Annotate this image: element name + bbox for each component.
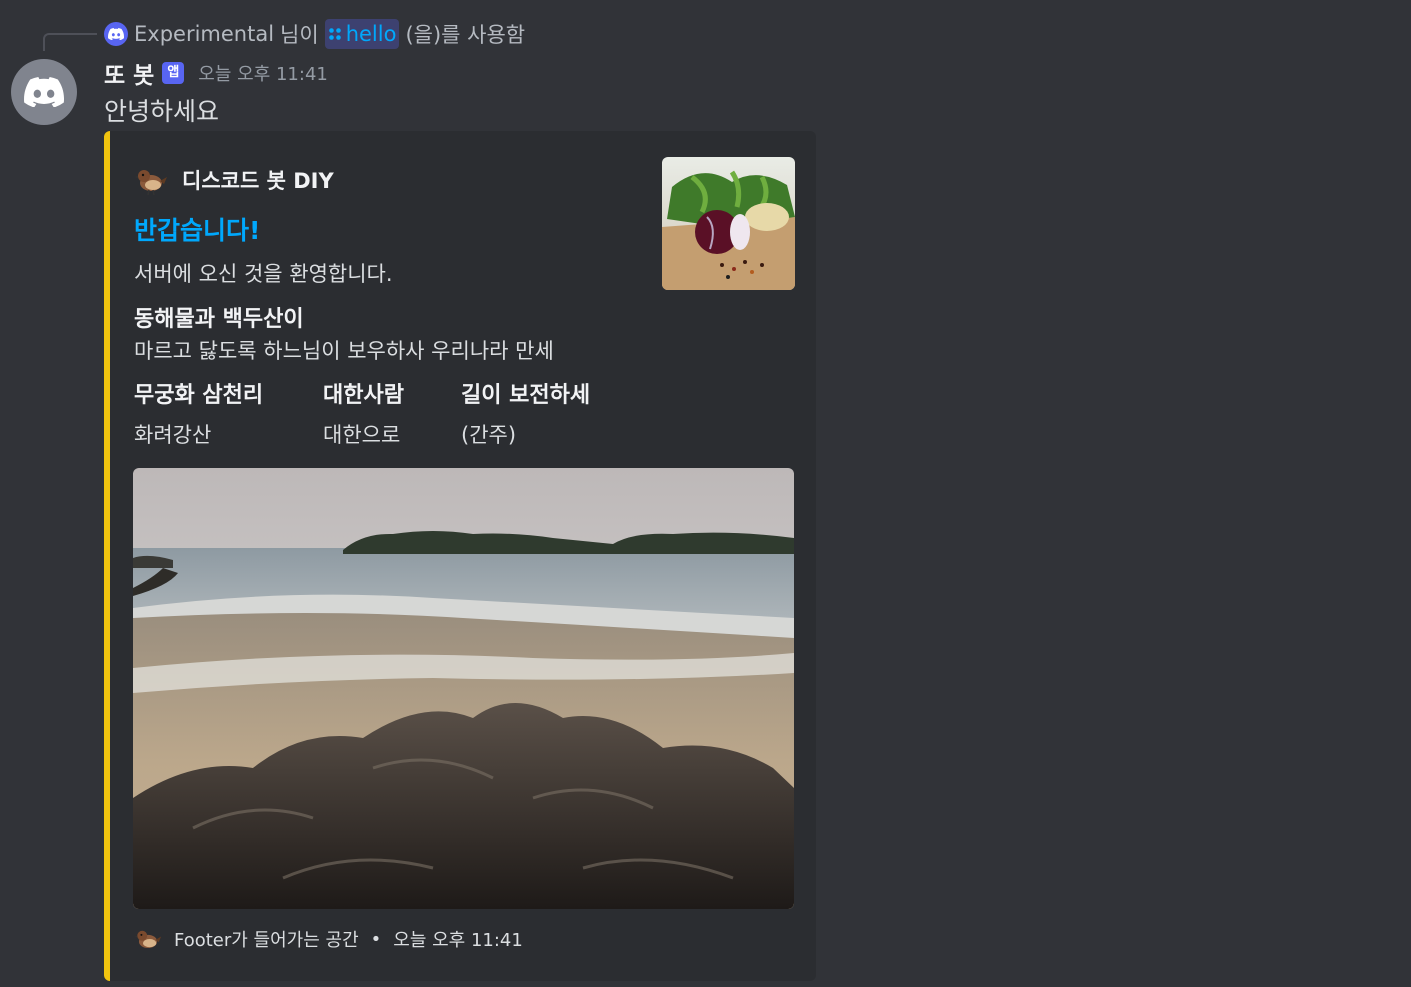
embed-field-name: 무궁화 삼천리 (134, 383, 264, 408)
embed-field-value: (간주) (461, 423, 517, 447)
command-reply-line: Experimental 님이 hello (을)를 사용함 (104, 19, 525, 49)
message-timestamp[interactable]: 오늘 오후 11:41 (198, 60, 328, 86)
embed-field-value: 화려강산 (134, 423, 212, 447)
command-name: hello (345, 22, 397, 46)
embed-description: 서버에 오신 것을 환영합니다. (134, 262, 393, 286)
username[interactable]: 또 봇 (104, 56, 154, 90)
message-header: 또 봇 앱 오늘 오후 11:41 (104, 57, 328, 89)
sparrow-icon (135, 170, 167, 196)
embed-footer-timestamp: 오늘 오후 11:41 (393, 930, 523, 951)
embed-footer: Footer가 들어가는 공간 • 오늘 오후 11:41 (134, 923, 523, 955)
embed-field-name: 대한사람 (323, 383, 404, 408)
embed-inline-field: 무궁화 삼천리 화려강산 (134, 377, 263, 449)
reply-username[interactable]: Experimental (134, 22, 274, 46)
embed-field-name: 길이 보전하세 (461, 383, 591, 408)
footer-separator: • (370, 928, 382, 950)
embed-inline-field: 길이 보전하세 (간주) (461, 377, 590, 449)
embed-title[interactable]: 반갑습니다! (134, 211, 260, 247)
discord-logo-icon (24, 77, 64, 107)
app-command-icon (328, 28, 341, 40)
embed-image[interactable] (133, 468, 794, 909)
embed-field-value: 마르고 닳도록 하느님이 보우하사 우리나라 만세 (134, 339, 554, 363)
reply-suffix: (을)를 사용함 (405, 23, 526, 47)
embed-thumbnail[interactable] (662, 157, 795, 290)
embed-field-name: 동해물과 백두산이 (134, 307, 304, 332)
rich-embed: 디스코드 봇 DIY 반갑습니다! 서버에 오신 것을 환영합니다. 동해물과 … (104, 131, 816, 981)
app-badge: 앱 (162, 62, 185, 84)
sparrow-icon (134, 930, 162, 949)
bot-avatar[interactable] (11, 59, 77, 125)
embed-author: 디스코드 봇 DIY (134, 163, 334, 197)
embed-inline-field: 대한사람 대한으로 (323, 377, 404, 449)
discord-logo-icon[interactable] (104, 22, 128, 46)
reply-spine (43, 33, 97, 51)
embed-footer-text: Footer가 들어가는 공간 (174, 930, 359, 951)
reply-user-suffix: 님이 (280, 23, 319, 47)
slash-command-chip[interactable]: hello (324, 19, 400, 49)
embed-field-value: 대한으로 (323, 423, 401, 447)
message-content: 안녕하세요 (104, 97, 220, 126)
embed-author-name[interactable]: 디스코드 봇 DIY (182, 165, 334, 195)
